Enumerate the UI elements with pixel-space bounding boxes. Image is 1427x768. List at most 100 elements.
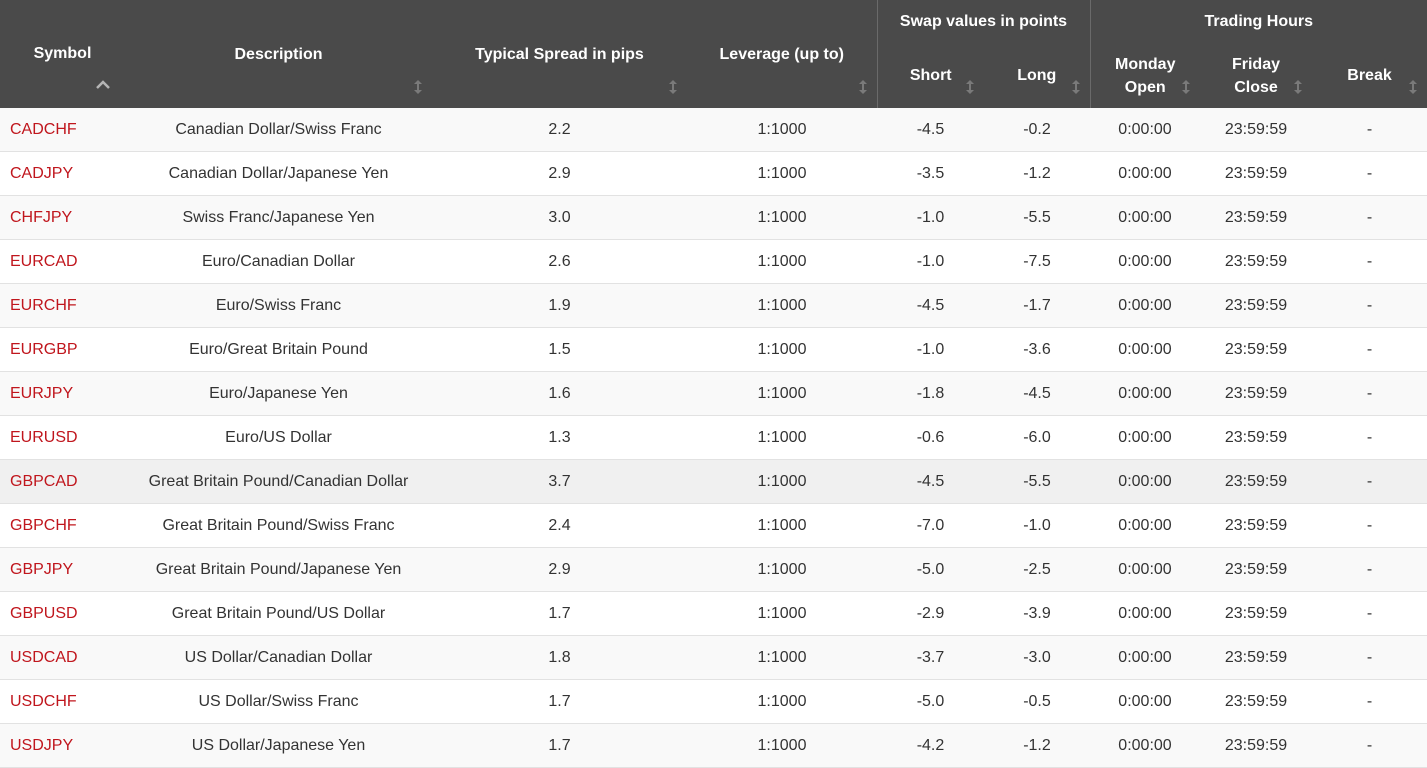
sort-icon[interactable] bbox=[414, 80, 422, 94]
group-header-hours-label: Trading Hours bbox=[1204, 13, 1313, 30]
cell-swap-long: -0.2 bbox=[984, 108, 1090, 152]
table-row: CADCHF Canadian Dollar/Swiss Franc 2.2 1:10… bbox=[0, 108, 1427, 152]
cell-symbol[interactable]: CADJPY bbox=[0, 151, 125, 196]
col-header-monday-label: Monday bbox=[1115, 55, 1176, 73]
col-header-long-label: Long bbox=[1017, 67, 1057, 84]
cell-symbol[interactable]: USDJPY bbox=[0, 723, 125, 768]
table-row: USDJPY US Dollar/Japanese Yen 1.7 1:1000 -4.… bbox=[0, 723, 1427, 768]
cell-monday-open: 0:00:00 bbox=[1090, 327, 1200, 372]
table-row: CADJPY Canadian Dollar/Japanese Yen 2.9 1:1… bbox=[0, 151, 1427, 196]
sort-icon[interactable] bbox=[1409, 80, 1418, 94]
cell-spread: 2.2 bbox=[432, 108, 687, 152]
cell-symbol[interactable]: GBPUSD bbox=[0, 591, 125, 636]
cell-monday-open: 0:00:00 bbox=[1090, 415, 1200, 460]
cell-swap-long: -4.5 bbox=[984, 371, 1090, 416]
cell-description: US Dollar/Swiss Franc bbox=[125, 679, 432, 724]
cell-description: Euro/US Dollar bbox=[125, 415, 432, 460]
col-header-leverage[interactable]: Leverage (up to) bbox=[687, 0, 877, 108]
sort-icon[interactable] bbox=[858, 80, 867, 94]
cell-symbol[interactable]: EURCAD bbox=[0, 239, 125, 284]
table-row: EURCAD Euro/Canadian Dollar 2.6 1:1000 -1.0-… bbox=[0, 239, 1427, 284]
col-header-description[interactable]: Description bbox=[125, 0, 432, 108]
cell-description: Canadian Dollar/Japanese Yen bbox=[125, 151, 432, 196]
cell-symbol[interactable]: EURJPY bbox=[0, 371, 125, 416]
sort-icon[interactable] bbox=[1182, 80, 1190, 94]
cell-swap-long: -3.9 bbox=[984, 591, 1090, 636]
col-header-friday-close[interactable]: Friday Close bbox=[1200, 43, 1312, 108]
cell-break: - bbox=[1312, 679, 1427, 724]
cell-friday-close: 23:59:59 bbox=[1200, 283, 1312, 328]
cell-monday-open: 0:00:00 bbox=[1090, 679, 1200, 724]
cell-symbol[interactable]: USDCAD bbox=[0, 635, 125, 680]
col-header-monday-open[interactable]: Monday Open bbox=[1089, 43, 1200, 108]
col-header-symbol[interactable]: Symbol bbox=[0, 0, 125, 108]
cell-description: Canadian Dollar/Swiss Franc bbox=[125, 108, 432, 152]
sort-icon[interactable] bbox=[1294, 80, 1302, 94]
cell-leverage: 1:1000 bbox=[687, 239, 877, 284]
cell-symbol[interactable]: GBPCAD bbox=[0, 459, 125, 504]
sort-icon[interactable] bbox=[1071, 80, 1080, 94]
cell-swap-long: -5.5 bbox=[984, 195, 1090, 240]
cell-swap-long: -3.0 bbox=[984, 635, 1090, 680]
table-row-hovered: GBPCAD Great Britain Pound/Canadian Dolla… bbox=[0, 459, 1427, 504]
cell-leverage: 1:1000 bbox=[687, 723, 877, 768]
col-header-spread[interactable]: Typical Spread in pips bbox=[432, 0, 687, 108]
cell-symbol[interactable]: USDCHF bbox=[0, 679, 125, 724]
cell-leverage: 1:1000 bbox=[687, 151, 877, 196]
cell-friday-close: 23:59:59 bbox=[1200, 723, 1312, 768]
cell-swap-short: -2.9 bbox=[877, 591, 984, 636]
cell-symbol[interactable]: CHFJPY bbox=[0, 195, 125, 240]
cell-spread: 1.6 bbox=[432, 371, 687, 416]
cell-swap-long: -1.2 bbox=[984, 151, 1090, 196]
cell-leverage: 1:1000 bbox=[687, 459, 877, 504]
cell-swap-long: -3.6 bbox=[984, 327, 1090, 372]
cell-monday-open: 0:00:00 bbox=[1090, 547, 1200, 592]
cell-swap-short: -5.0 bbox=[877, 547, 984, 592]
table-row: EURGBP Euro/Great Britain Pound 1.5 1:1000-… bbox=[0, 327, 1427, 372]
col-header-short[interactable]: Short bbox=[876, 43, 984, 108]
cell-monday-open: 0:00:00 bbox=[1090, 503, 1200, 548]
col-header-leverage-label: Leverage (up to) bbox=[719, 45, 844, 63]
cell-symbol[interactable]: GBPJPY bbox=[0, 547, 125, 592]
sort-ascending-icon[interactable] bbox=[96, 80, 110, 90]
cell-monday-open: 0:00:00 bbox=[1090, 195, 1200, 240]
cell-spread: 3.7 bbox=[432, 459, 687, 504]
cell-swap-long: -0.5 bbox=[984, 679, 1090, 724]
group-header-trading-hours: Trading Hours bbox=[1089, 0, 1427, 43]
table-header: Symbol Description Typical Spread in pip… bbox=[0, 0, 1427, 108]
col-header-friday-label: Friday bbox=[1231, 55, 1280, 73]
cell-symbol[interactable]: EURGBP bbox=[0, 327, 125, 372]
cell-spread: 1.7 bbox=[432, 723, 687, 768]
cell-leverage: 1:1000 bbox=[687, 679, 877, 724]
col-header-open-label: Open bbox=[1124, 78, 1166, 96]
cell-swap-short: -0.6 bbox=[877, 415, 984, 460]
col-header-break[interactable]: Break bbox=[1312, 43, 1427, 108]
cell-break: - bbox=[1312, 371, 1427, 416]
cell-swap-long: -1.2 bbox=[984, 723, 1090, 768]
table-row: GBPJPY Great Britain Pound/Japanese Yen 2.… bbox=[0, 547, 1427, 592]
cell-friday-close: 23:59:59 bbox=[1200, 503, 1312, 548]
cell-swap-short: -4.5 bbox=[877, 459, 984, 504]
cell-swap-short: -7.0 bbox=[877, 503, 984, 548]
cell-symbol[interactable]: GBPCHF bbox=[0, 503, 125, 548]
cell-friday-close: 23:59:59 bbox=[1200, 635, 1312, 680]
col-header-long[interactable]: Long bbox=[984, 43, 1090, 108]
table-row: GBPCHF Great Britain Pound/Swiss Franc 2.4… bbox=[0, 503, 1427, 548]
sort-icon[interactable] bbox=[669, 80, 677, 94]
cell-description: Euro/Japanese Yen bbox=[125, 371, 432, 416]
cell-break: - bbox=[1312, 195, 1427, 240]
cell-friday-close: 23:59:59 bbox=[1200, 591, 1312, 636]
cell-spread: 1.5 bbox=[432, 327, 687, 372]
sort-icon[interactable] bbox=[966, 80, 974, 94]
cell-leverage: 1:1000 bbox=[687, 547, 877, 592]
cell-swap-short: -1.0 bbox=[877, 239, 984, 284]
cell-symbol[interactable]: EURCHF bbox=[0, 283, 125, 328]
cell-symbol[interactable]: CADCHF bbox=[0, 108, 125, 152]
cell-break: - bbox=[1312, 327, 1427, 372]
cell-friday-close: 23:59:59 bbox=[1200, 679, 1312, 724]
cell-break: - bbox=[1312, 503, 1427, 548]
table-row: EURCHF Euro/Swiss Franc 1.9 1:1000 -4.5 -1.7 0… bbox=[0, 283, 1427, 328]
cell-leverage: 1:1000 bbox=[687, 415, 877, 460]
cell-monday-open: 0:00:00 bbox=[1090, 723, 1200, 768]
cell-symbol[interactable]: EURUSD bbox=[0, 415, 125, 460]
